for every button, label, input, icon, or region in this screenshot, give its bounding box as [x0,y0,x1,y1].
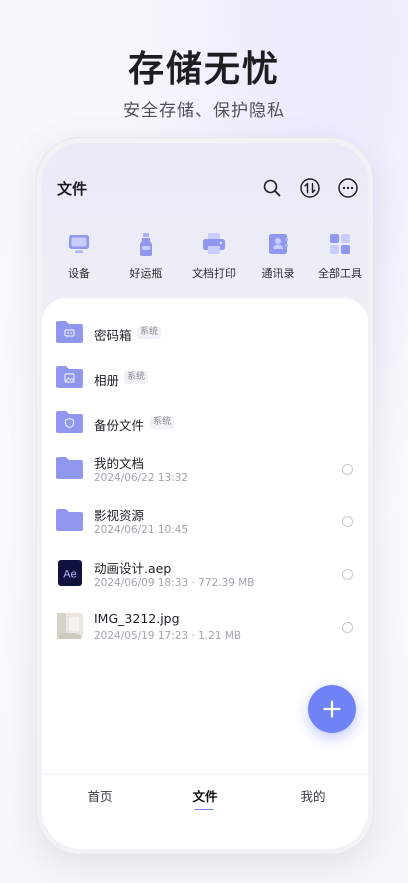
select-checkbox[interactable] [342,516,353,527]
phone-screen: 文件 设备 好运瓶 文档打印 通讯录 全部工具 密码箱 系统 相册 系统 备份文… [42,143,368,849]
password-folder-icon [55,319,84,345]
file-row-backup[interactable]: 备份文件 系统 [42,401,368,445]
file-name: 影视资源 [94,508,145,523]
tab-home[interactable]: 首页 [60,786,140,805]
bottom-safe-area [42,810,368,849]
phone-frame: 文件 设备 好运瓶 文档打印 通讯录 全部工具 密码箱 系统 相册 系统 备份文… [36,137,374,855]
bottle-icon [133,231,159,257]
printer-icon [201,231,227,257]
promo-subtitle: 安全存储、保护隐私 [123,101,285,121]
contacts-icon [265,231,291,257]
all-tools-icon [327,231,353,257]
select-checkbox[interactable] [342,569,353,580]
folder-icon [55,455,84,481]
file-meta: 2024/06/22 13:32 [94,472,189,484]
tool-contacts[interactable]: 通讯录 [246,231,310,281]
tool-label: 全部工具 [318,267,362,280]
device-icon [66,231,92,257]
more-icon[interactable] [336,176,360,200]
file-meta: 2024/06/09 18:33 · 772.39 MB [94,577,255,589]
file-row-password[interactable]: 密码箱 系统 [42,311,368,355]
tool-label: 通讯录 [261,267,295,280]
system-badge: 系统 [137,326,162,339]
file-list-card: 密码箱 系统 相册 系统 备份文件 系统 我的文档 2024/06/22 13:… [42,298,368,849]
file-name: 动画设计.aep [94,561,172,576]
promo-title: 存储无忧 [127,49,280,90]
ae-file-icon-text: Ae [63,569,76,581]
file-row-album[interactable]: 相册 系统 [42,356,368,400]
file-name: 相册 [94,373,120,388]
header: 文件 [42,173,368,205]
file-name: 密码箱 [94,328,132,343]
tool-label: 设备 [68,267,90,280]
bottom-tab-bar: 首页 文件 我的 [42,774,368,812]
tool-label: 好运瓶 [129,267,163,280]
tools-row: 设备 好运瓶 文档打印 通讯录 全部工具 [42,231,368,287]
tab-files[interactable]: 文件 [165,786,245,805]
page-title: 文件 [57,180,88,198]
add-button[interactable] [308,685,356,733]
image-thumbnail [57,613,83,639]
transfer-icon[interactable] [298,176,322,200]
search-icon[interactable] [260,176,284,200]
tab-mine[interactable]: 我的 [273,786,353,805]
tool-bottle[interactable]: 好运瓶 [114,231,178,281]
file-row-image[interactable]: IMG_3212.jpg 2024/05/19 17:23 · 1.21 MB [42,605,368,649]
backup-folder-icon [55,409,84,435]
folder-icon [55,507,84,533]
file-meta: 2024/05/19 17:23 · 1.21 MB [94,630,242,642]
ae-file-icon: Ae [58,560,82,586]
system-badge: 系统 [150,416,175,429]
tool-device[interactable]: 设备 [47,231,111,281]
select-checkbox[interactable] [342,464,353,475]
tool-label: 文档打印 [192,267,236,280]
select-checkbox[interactable] [342,622,353,633]
file-name: 备份文件 [94,418,145,433]
file-row-documents[interactable]: 我的文档 2024/06/22 13:32 [42,447,368,491]
file-row-aep[interactable]: Ae 动画设计.aep 2024/06/09 18:33 · 772.39 MB [42,552,368,596]
file-meta: 2024/06/21 10:45 [94,524,189,536]
tool-print[interactable]: 文档打印 [182,231,246,281]
file-name: IMG_3212.jpg [94,611,180,626]
file-name: 我的文档 [94,456,145,471]
album-folder-icon [55,364,84,390]
system-badge: 系统 [124,371,149,384]
tool-all[interactable]: 全部工具 [308,231,368,281]
file-row-media[interactable]: 影视资源 2024/06/21 10:45 [42,499,368,543]
